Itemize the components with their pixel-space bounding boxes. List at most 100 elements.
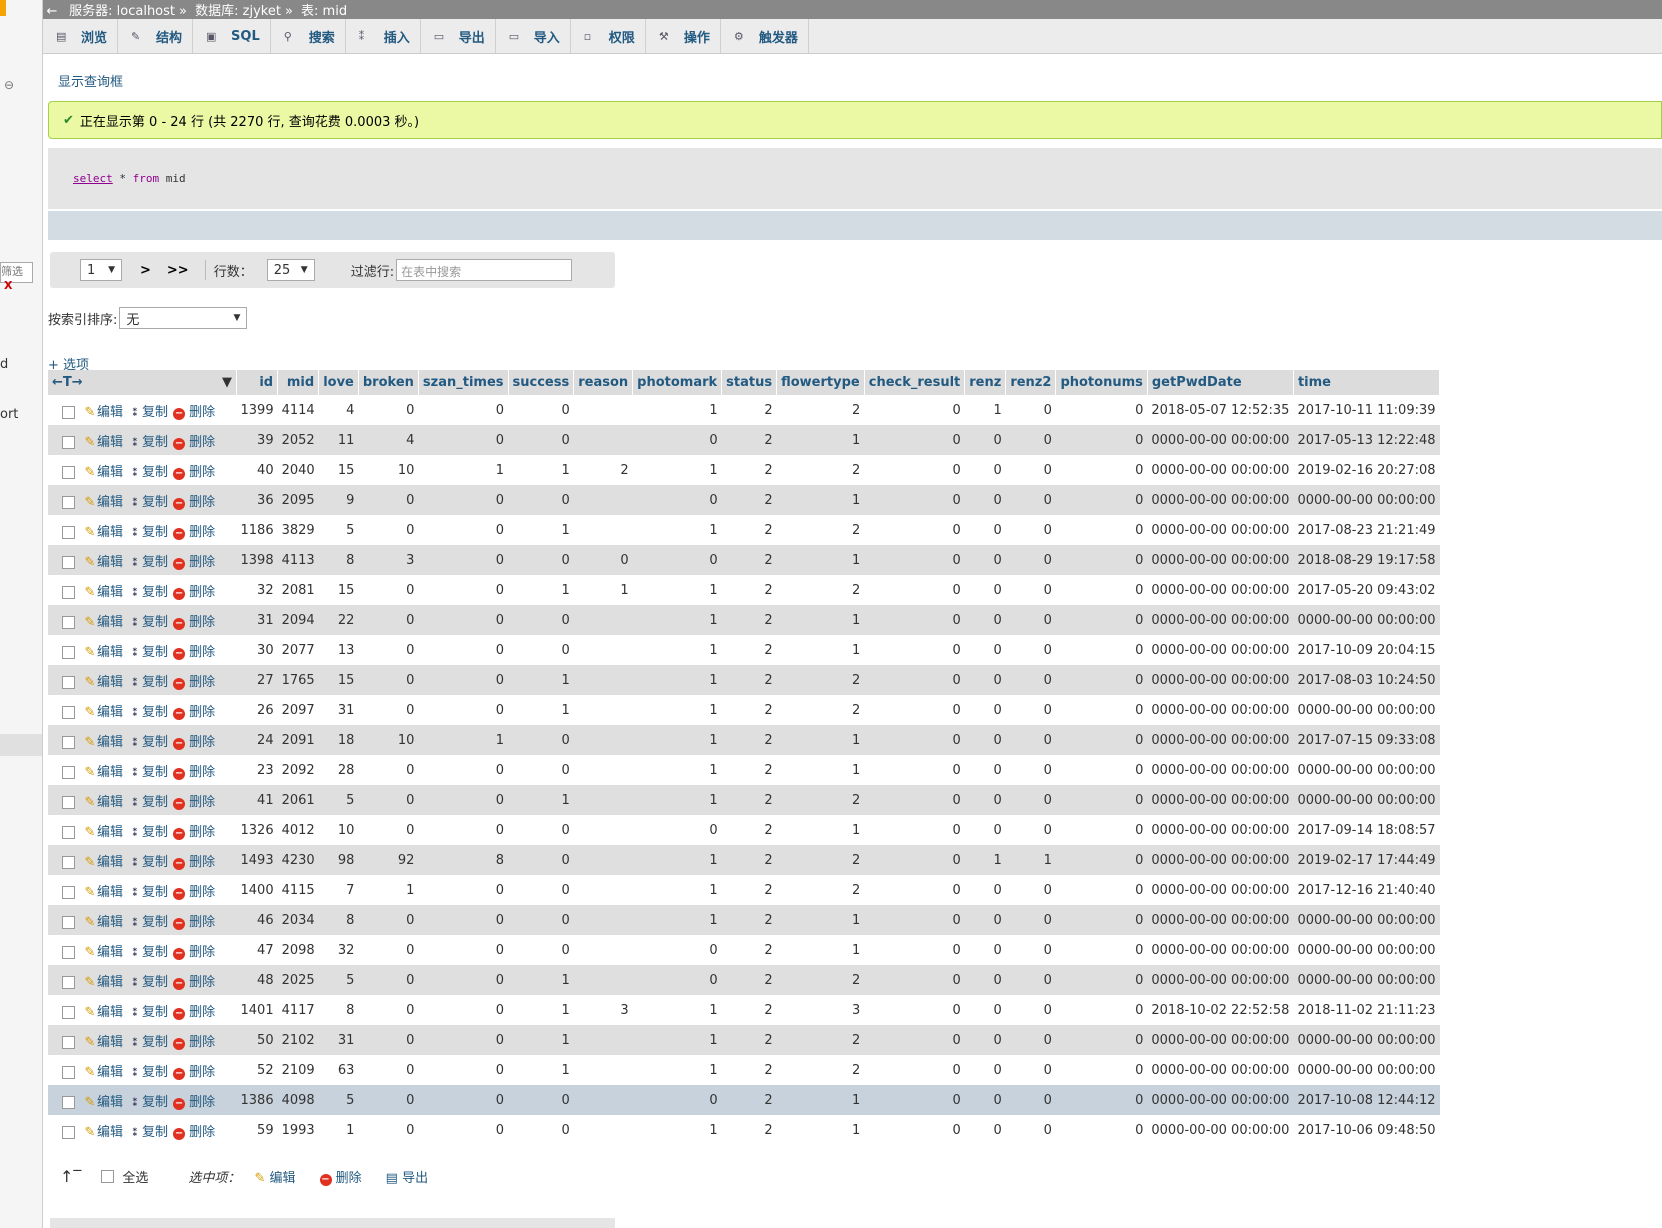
cell-renz2[interactable]: 0: [1005, 635, 1056, 665]
cell-reason[interactable]: [573, 605, 633, 635]
tab-4[interactable]: ⁑ 插入: [346, 19, 421, 53]
delete-button[interactable]: − 删除: [173, 825, 215, 840]
cell-getpwddate[interactable]: 0000-00-00 00:00:00: [1147, 425, 1294, 455]
nav-selected-item[interactable]: [0, 734, 42, 756]
copy-button[interactable]: ⁑ 复制: [128, 975, 168, 990]
cell-renz2[interactable]: 0: [1005, 1115, 1056, 1145]
cell-renz[interactable]: 0: [964, 455, 1006, 485]
cell-photomark[interactable]: 1: [632, 695, 722, 725]
cell-renz[interactable]: 0: [964, 515, 1006, 545]
cell-broken[interactable]: 0: [358, 485, 419, 515]
cell-time[interactable]: 2018-08-29 19:17:58: [1293, 545, 1440, 575]
cell-love[interactable]: 9: [318, 485, 359, 515]
column-resize-control[interactable]: ←T→: [52, 375, 83, 390]
edit-button[interactable]: ✎ 编辑: [83, 615, 123, 630]
cell-flowertype[interactable]: 2: [776, 395, 865, 425]
cell-getpwddate[interactable]: 0000-00-00 00:00:00: [1147, 785, 1294, 815]
cell-mid[interactable]: 4230: [277, 845, 319, 875]
delete-button[interactable]: − 删除: [173, 705, 215, 720]
copy-button[interactable]: ⁑ 复制: [128, 615, 168, 630]
cell-renz2[interactable]: 0: [1005, 1085, 1056, 1115]
cell-id[interactable]: 40: [236, 455, 278, 485]
cell-photomark[interactable]: 0: [632, 815, 722, 845]
cell-flowertype[interactable]: 2: [776, 665, 865, 695]
edit-button[interactable]: ✎ 编辑: [83, 495, 123, 510]
edit-button[interactable]: ✎ 编辑: [83, 1035, 123, 1050]
delete-button[interactable]: − 删除: [173, 675, 215, 690]
header-controls[interactable]: ←T→ ▼: [48, 370, 237, 395]
cell-szan_times[interactable]: 0: [418, 485, 509, 515]
cell-getpwddate[interactable]: 0000-00-00 00:00:00: [1147, 725, 1294, 755]
cell-flowertype[interactable]: 1: [776, 605, 865, 635]
cell-renz2[interactable]: 0: [1005, 665, 1056, 695]
delete-button[interactable]: − 删除: [173, 735, 215, 750]
cell-broken[interactable]: 0: [358, 1055, 419, 1085]
cell-photomark[interactable]: 0: [632, 965, 722, 995]
cell-photomark[interactable]: 1: [632, 905, 722, 935]
cell-getpwddate[interactable]: 0000-00-00 00:00:00: [1147, 755, 1294, 785]
cell-broken[interactable]: 0: [358, 905, 419, 935]
cell-reason[interactable]: 1: [573, 575, 633, 605]
delete-button[interactable]: − 删除: [173, 885, 215, 900]
tab-1[interactable]: ✎ 结构: [118, 19, 194, 53]
tab-0[interactable]: ▤ 浏览: [43, 19, 119, 53]
cell-renz[interactable]: 0: [964, 1115, 1006, 1145]
cell-renz[interactable]: 0: [964, 875, 1006, 905]
cell-photonums[interactable]: 0: [1055, 995, 1148, 1025]
copy-button[interactable]: ⁑ 复制: [128, 915, 168, 930]
cell-status[interactable]: 2: [721, 605, 777, 635]
bulk-edit-button[interactable]: ✎ 编辑: [254, 1167, 295, 1186]
delete-button[interactable]: − 删除: [173, 1125, 215, 1140]
cell-mid[interactable]: 1993: [277, 1115, 319, 1145]
edit-button[interactable]: ✎ 编辑: [83, 795, 123, 810]
cell-photomark[interactable]: 0: [632, 545, 722, 575]
cell-broken[interactable]: 0: [358, 515, 419, 545]
cell-szan_times[interactable]: 0: [418, 395, 509, 425]
cell-renz[interactable]: 0: [964, 935, 1006, 965]
cell-check_result[interactable]: 0: [864, 485, 965, 515]
cell-time[interactable]: 2017-10-06 09:48:50: [1293, 1115, 1440, 1145]
cell-love[interactable]: 8: [318, 995, 359, 1025]
cell-renz[interactable]: 0: [964, 425, 1006, 455]
row-checkbox[interactable]: [62, 495, 75, 509]
cell-success[interactable]: 0: [508, 1085, 574, 1115]
table-row[interactable]: ✎ 编辑 ⁑ 复制 − 删除 26 2097 31 0 0 1 1 2 2 0 0 0 0 0000-00-00 0…: [48, 695, 1440, 725]
copy-button[interactable]: ⁑ 复制: [128, 585, 168, 600]
delete-button[interactable]: − 删除: [173, 585, 215, 600]
cell-renz[interactable]: 0: [964, 995, 1006, 1025]
table-row[interactable]: ✎ 编辑 ⁑ 复制 − 删除 23 2092 28 0 0 0 1 2 1 0 0 0 0 0000-00-00 0…: [48, 755, 1440, 785]
cell-flowertype[interactable]: 1: [776, 425, 865, 455]
cell-love[interactable]: 32: [318, 935, 359, 965]
cell-check_result[interactable]: 0: [864, 665, 965, 695]
nav-item-fragment[interactable]: d: [0, 357, 8, 372]
cell-broken[interactable]: 0: [358, 605, 419, 635]
cell-check_result[interactable]: 0: [864, 875, 965, 905]
cell-renz2[interactable]: 0: [1005, 515, 1056, 545]
edit-button[interactable]: ✎ 编辑: [83, 885, 123, 900]
breadcrumb-database[interactable]: 数据库: zjyket: [195, 4, 281, 19]
cell-flowertype[interactable]: 2: [776, 1025, 865, 1055]
cell-photomark[interactable]: 1: [632, 1115, 722, 1145]
copy-button[interactable]: ⁑ 复制: [128, 645, 168, 660]
cell-id[interactable]: 59: [236, 1115, 278, 1145]
cell-broken[interactable]: 0: [358, 785, 419, 815]
cell-renz2[interactable]: 0: [1005, 545, 1056, 575]
cell-broken[interactable]: 1: [358, 875, 419, 905]
delete-button[interactable]: − 删除: [173, 1095, 215, 1110]
delete-button[interactable]: − 删除: [173, 1035, 215, 1050]
cell-time[interactable]: 2017-05-13 12:22:48: [1293, 425, 1440, 455]
cell-photomark[interactable]: 1: [632, 635, 722, 665]
cell-renz2[interactable]: 0: [1005, 725, 1056, 755]
delete-button[interactable]: − 删除: [173, 435, 215, 450]
cell-success[interactable]: 0: [508, 605, 574, 635]
edit-button[interactable]: ✎ 编辑: [83, 405, 123, 420]
copy-button[interactable]: ⁑ 复制: [128, 945, 168, 960]
cell-flowertype[interactable]: 1: [776, 725, 865, 755]
cell-broken[interactable]: 10: [358, 725, 419, 755]
cell-photonums[interactable]: 0: [1055, 935, 1148, 965]
cell-mid[interactable]: 4098: [277, 1085, 319, 1115]
cell-success[interactable]: 0: [508, 425, 574, 455]
table-row[interactable]: ✎ 编辑 ⁑ 复制 − 删除 36 2095 9 0 0 0 0 2 1 0 0 0 0 0000-00-00 00…: [48, 485, 1440, 515]
cell-szan_times[interactable]: 0: [418, 515, 509, 545]
cell-success[interactable]: 1: [508, 695, 574, 725]
